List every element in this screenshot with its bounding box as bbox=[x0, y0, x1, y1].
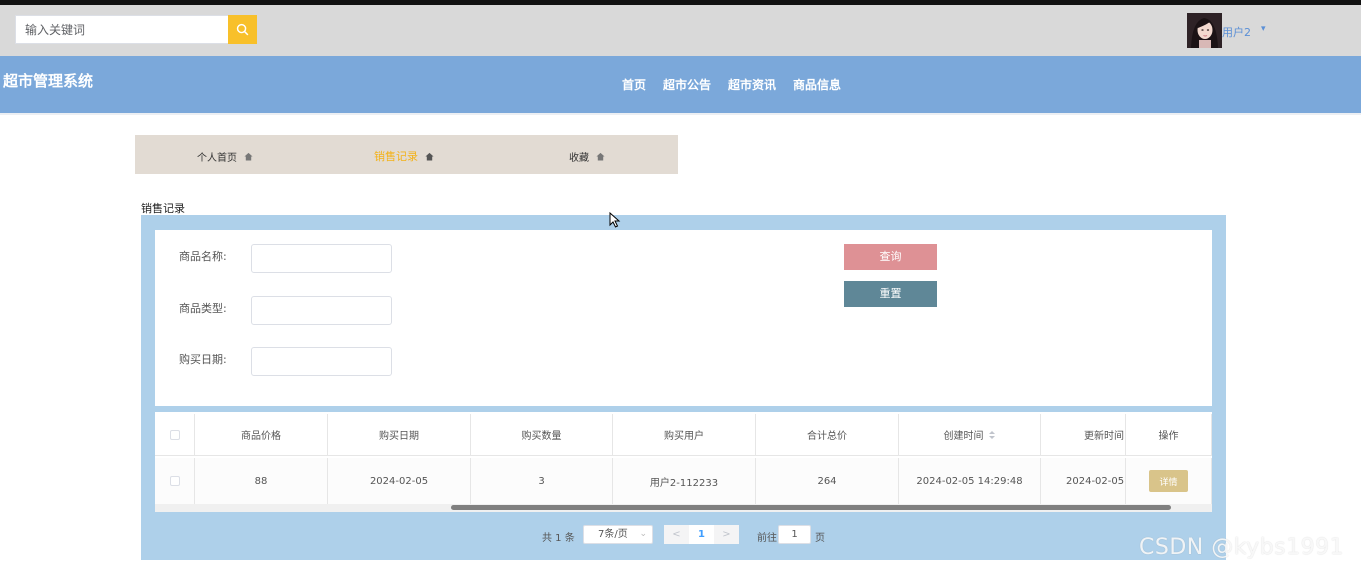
tab-favorites[interactable]: 收藏 bbox=[569, 149, 605, 164]
select-all-checkbox[interactable] bbox=[169, 429, 180, 440]
table-cell: 2024-02-05 14:29:48 bbox=[899, 458, 1041, 504]
purchase-date-input[interactable] bbox=[251, 347, 392, 376]
header-divider bbox=[0, 113, 1361, 115]
column-header[interactable]: 购买日期 bbox=[328, 414, 471, 456]
avatar[interactable] bbox=[1187, 13, 1222, 48]
content-panel: 商品名称: 商品类型: 购买日期: 查询 重置 商品价格 购买日期 购买数量 购… bbox=[141, 215, 1226, 560]
sort-icon[interactable] bbox=[988, 430, 996, 440]
search-button[interactable] bbox=[228, 15, 257, 44]
system-title: 超市管理系统 bbox=[3, 72, 94, 90]
prev-page-button[interactable]: < bbox=[664, 525, 689, 544]
column-header[interactable]: 商品价格 bbox=[195, 414, 328, 456]
product-name-label: 商品名称: bbox=[179, 250, 227, 263]
column-header-created[interactable]: 创建时间 bbox=[899, 414, 1041, 456]
detail-button[interactable]: 详情 bbox=[1149, 470, 1188, 492]
header: 超市管理系统 首页 超市公告 超市资讯 商品信息 bbox=[0, 56, 1361, 113]
row-select-cell bbox=[155, 458, 195, 504]
tab-sales-records[interactable]: 销售记录 bbox=[374, 148, 434, 164]
nav-products[interactable]: 商品信息 bbox=[793, 76, 841, 93]
home-icon bbox=[425, 152, 434, 161]
product-type-label: 商品类型: bbox=[179, 302, 227, 315]
column-header[interactable]: 合计总价 bbox=[756, 414, 899, 456]
table-cell: 3 bbox=[471, 458, 613, 504]
goto-label: 前往 bbox=[757, 533, 777, 544]
user-center-tabs: 个人首页 销售记录 收藏 bbox=[135, 135, 678, 174]
mouse-cursor-icon bbox=[609, 212, 621, 228]
page-title: 销售记录 bbox=[141, 202, 185, 215]
column-header[interactable]: 购买用户 bbox=[613, 414, 756, 456]
table-cell: 2024-02-05 bbox=[328, 458, 471, 504]
select-all-cell bbox=[155, 414, 195, 456]
tab-personal-home[interactable]: 个人首页 bbox=[197, 149, 253, 164]
pagination: 共 1 条 7条/页 ⌄ < 1 > 前往 1 页 bbox=[141, 525, 1226, 545]
sales-table: 商品价格 购买日期 购买数量 购买用户 合计总价 创建时间 更新时间 操作 88… bbox=[155, 412, 1212, 512]
user-name[interactable]: 用户2 bbox=[1222, 24, 1251, 40]
product-type-input[interactable] bbox=[251, 296, 392, 325]
search-input[interactable] bbox=[15, 15, 229, 44]
query-button[interactable]: 查询 bbox=[844, 244, 937, 270]
goto-page-input[interactable]: 1 bbox=[778, 525, 811, 544]
tab-label: 个人首页 bbox=[197, 153, 237, 164]
action-cell: 详情 bbox=[1125, 458, 1212, 504]
tab-label: 收藏 bbox=[569, 153, 589, 164]
home-icon bbox=[596, 152, 605, 161]
page-size-value: 7条/页 bbox=[598, 529, 628, 540]
table-cell: 88 bbox=[195, 458, 328, 504]
scrollbar-thumb[interactable] bbox=[451, 505, 1171, 510]
avatar-image bbox=[1187, 13, 1222, 48]
total-count: 共 1 条 bbox=[542, 533, 575, 544]
chevron-down-icon[interactable]: ▾ bbox=[1261, 24, 1266, 34]
search-form: 商品名称: 商品类型: 购买日期: 查询 重置 bbox=[155, 230, 1212, 406]
column-header[interactable]: 购买数量 bbox=[471, 414, 613, 456]
column-header-label: 创建时间 bbox=[943, 431, 984, 442]
page-number-current[interactable]: 1 bbox=[689, 525, 714, 544]
product-name-input[interactable] bbox=[251, 244, 392, 273]
page-unit-label: 页 bbox=[815, 533, 825, 544]
nav-home[interactable]: 首页 bbox=[622, 76, 646, 93]
main-nav: 首页 超市公告 超市资讯 商品信息 bbox=[622, 76, 841, 93]
table-cell: 用户2-112233 bbox=[613, 458, 756, 504]
column-header-actions: 操作 bbox=[1125, 414, 1212, 456]
page-size-select[interactable]: 7条/页 ⌄ bbox=[583, 525, 653, 544]
top-bar: 用户2 ▾ bbox=[0, 5, 1361, 56]
reset-button[interactable]: 重置 bbox=[844, 281, 937, 307]
row-checkbox[interactable] bbox=[169, 476, 180, 486]
purchase-date-label: 购买日期: bbox=[179, 353, 227, 366]
nav-announcements[interactable]: 超市公告 bbox=[663, 76, 711, 93]
home-icon bbox=[244, 152, 253, 161]
tab-label: 销售记录 bbox=[374, 150, 418, 163]
table-cell: 264 bbox=[756, 458, 899, 504]
nav-news[interactable]: 超市资讯 bbox=[728, 76, 776, 93]
next-page-button[interactable]: > bbox=[714, 525, 739, 544]
watermark: CSDN @kybs1991 bbox=[1139, 535, 1345, 560]
chevron-down-icon: ⌄ bbox=[639, 529, 647, 539]
search-icon bbox=[236, 23, 249, 36]
